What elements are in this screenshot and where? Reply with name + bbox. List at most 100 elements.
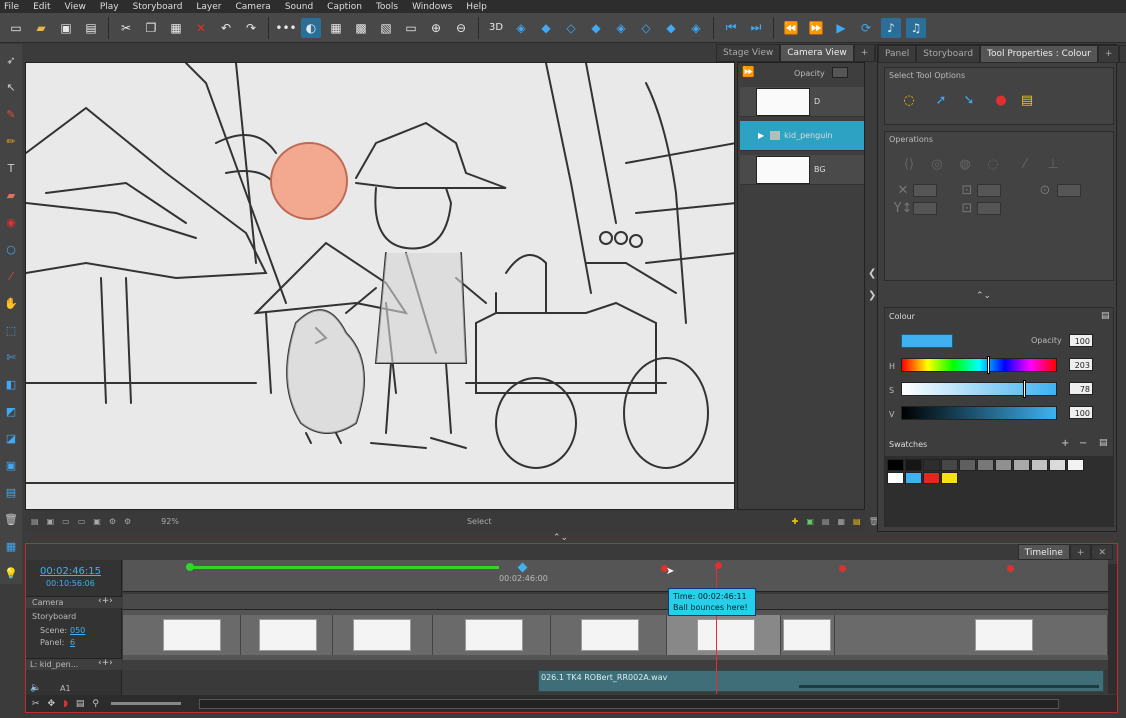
menu-tools[interactable]: Tools — [376, 2, 398, 12]
onion-icon[interactable]: ◐ — [301, 17, 321, 38]
camera-track-controls-icon[interactable]: ‹+› — [98, 596, 113, 606]
menu-layer[interactable]: Layer — [196, 2, 221, 12]
timeline-close-icon[interactable]: ✕ — [1091, 544, 1113, 560]
rotate-ccw-icon[interactable]: ◌ — [983, 154, 1003, 174]
hand-tool-icon[interactable]: ✋ — [3, 293, 19, 313]
timeline-add-icon[interactable]: + — [1069, 544, 1092, 560]
remove-swatch-icon[interactable]: − — [1079, 438, 1087, 449]
onion-toggle-icon[interactable]: ▭ — [62, 517, 70, 526]
new-icon[interactable]: ▭ — [6, 18, 26, 38]
audio-clip[interactable]: 026.1 TK4 ROBert_RR002A.wav — [538, 670, 1104, 692]
menu-camera[interactable]: Camera — [236, 2, 271, 12]
split-panel-icon[interactable]: ◆ — [586, 18, 606, 38]
cut-clip-icon[interactable]: ✂ — [32, 699, 40, 709]
panel-clip[interactable] — [241, 615, 333, 655]
camera-track[interactable] — [123, 594, 1108, 610]
current-colour-swatch[interactable] — [901, 334, 953, 348]
hue-field[interactable]: 203 — [1069, 358, 1093, 371]
layer-add-vector-icon[interactable]: ▣ — [806, 517, 814, 526]
select-tool-icon[interactable]: ➶ — [3, 50, 19, 70]
menu-edit[interactable]: Edit — [33, 2, 50, 12]
save-icon[interactable]: ▣ — [56, 18, 76, 38]
audio-speaker-icon[interactable]: 🔈 — [30, 683, 41, 693]
colour-swatch[interactable] — [1067, 459, 1084, 471]
depth-field[interactable] — [977, 202, 1001, 215]
current-timecode[interactable]: 00:02:46:15 — [40, 566, 101, 577]
tab-panel[interactable]: Panel — [878, 45, 917, 63]
colour-menu-icon[interactable]: ▤ — [1101, 311, 1110, 321]
brush-tool-icon[interactable]: ✎ — [3, 104, 19, 124]
panel-collapse-right-icon[interactable]: ❯ — [868, 290, 876, 301]
tip-icon[interactable]: 💡 — [3, 563, 19, 583]
cut-icon[interactable]: ✂ — [116, 18, 136, 38]
keyframe-icon[interactable] — [1007, 565, 1014, 572]
transition-icon[interactable]: ◇ — [636, 18, 656, 38]
3d-icon[interactable]: 3D — [486, 18, 506, 38]
timeline-resize-icon[interactable]: ⌃⌄ — [553, 533, 568, 543]
safe-area-toggle-icon[interactable]: ▭ — [78, 517, 86, 526]
new-panel-icon[interactable]: ◆ — [536, 18, 556, 38]
panel-clip[interactable] — [781, 615, 835, 655]
paste-icon[interactable]: ▦ — [166, 18, 186, 38]
angle-field[interactable] — [1057, 184, 1081, 197]
cutter-tool-icon[interactable]: ✄ — [3, 347, 19, 367]
flip-v-icon[interactable]: ◎ — [927, 154, 947, 174]
menu-caption[interactable]: Caption — [327, 2, 362, 12]
redo-icon[interactable]: ↷ — [241, 18, 261, 38]
tab-camera-view[interactable]: Camera View — [780, 44, 854, 62]
transform-option-icon[interactable]: ➘ — [959, 90, 979, 110]
reset-view-icon[interactable]: ▣ — [47, 517, 55, 526]
lasso-option-icon[interactable]: ◌ — [899, 90, 919, 110]
layer-add-icon[interactable]: ✚ — [792, 517, 799, 526]
add-swatch-icon[interactable]: + — [1061, 438, 1069, 449]
colour-swatch[interactable] — [1031, 459, 1048, 471]
swatch-menu-icon[interactable]: ▤ — [1099, 438, 1108, 448]
layer-group-icon[interactable]: ▤ — [822, 517, 830, 526]
panel-clip[interactable] — [433, 615, 551, 655]
snap-option-icon[interactable]: ▤ — [1017, 90, 1037, 110]
camera-view-canvas[interactable] — [25, 62, 735, 510]
tab-stage-view[interactable]: Stage View — [716, 44, 781, 62]
sound-scrub-icon[interactable]: ♫ — [906, 17, 926, 38]
panel-clip-selected[interactable] — [667, 615, 781, 655]
saturation-handle[interactable] — [1023, 380, 1026, 398]
colour-swatch[interactable] — [1049, 459, 1066, 471]
tab-tool-properties-colour[interactable]: Tool Properties : Colour — [980, 45, 1098, 63]
width-field[interactable] — [913, 184, 937, 197]
text-tool-icon[interactable]: T — [3, 158, 19, 178]
flatten-icon[interactable]: ⊥ — [1043, 154, 1063, 174]
first-icon[interactable]: ⏪ — [781, 18, 801, 38]
rotate-cw-icon[interactable]: ◍ — [955, 154, 975, 174]
tab-timeline[interactable]: Timeline — [1017, 544, 1070, 560]
hue-slider[interactable] — [901, 358, 1057, 372]
layer-row-selected[interactable]: ▶ kid_penguin — [740, 121, 864, 151]
paint-tool-icon[interactable]: ◉ — [3, 212, 19, 232]
next-icon[interactable]: ⏭ — [746, 18, 766, 38]
menu-windows[interactable]: Windows — [412, 2, 452, 12]
layer-merge-icon[interactable]: ▤ — [853, 517, 861, 526]
panel-clip[interactable] — [835, 615, 1108, 655]
scene-tool-icon[interactable]: ▤ — [3, 482, 19, 502]
colour-swatch[interactable] — [941, 459, 958, 471]
colour-swatch[interactable] — [977, 459, 994, 471]
contour-tool-icon[interactable]: ◧ — [3, 374, 19, 394]
y-field[interactable] — [913, 202, 937, 215]
storyboard-tool-icon[interactable]: ▦ — [3, 536, 19, 556]
colour-swatch[interactable] — [905, 459, 922, 471]
transform-tool-icon[interactable]: ↖ — [3, 77, 19, 97]
layer-track[interactable] — [123, 660, 1108, 670]
smart-panel-icon[interactable]: ◈ — [611, 18, 631, 38]
height-field[interactable] — [977, 184, 1001, 197]
colour-swatch[interactable] — [995, 459, 1012, 471]
colour-swatch[interactable] — [923, 472, 940, 484]
timeline-hscrollbar[interactable] — [198, 698, 1059, 709]
tab-storyboard[interactable]: Storyboard — [916, 45, 981, 63]
delete-icon[interactable]: ✕ — [191, 18, 211, 38]
range-start-handle[interactable] — [186, 563, 194, 571]
playhead[interactable] — [716, 564, 717, 694]
collapse-arrows-icon[interactable]: ⌃⌄ — [976, 291, 991, 301]
timeline-options-icon[interactable]: ▤ — [76, 699, 85, 709]
right-tab-close-icon[interactable]: ✕ — [1119, 45, 1126, 63]
undo-icon[interactable]: ↶ — [216, 18, 236, 38]
camera-icon[interactable]: ◈ — [511, 18, 531, 38]
